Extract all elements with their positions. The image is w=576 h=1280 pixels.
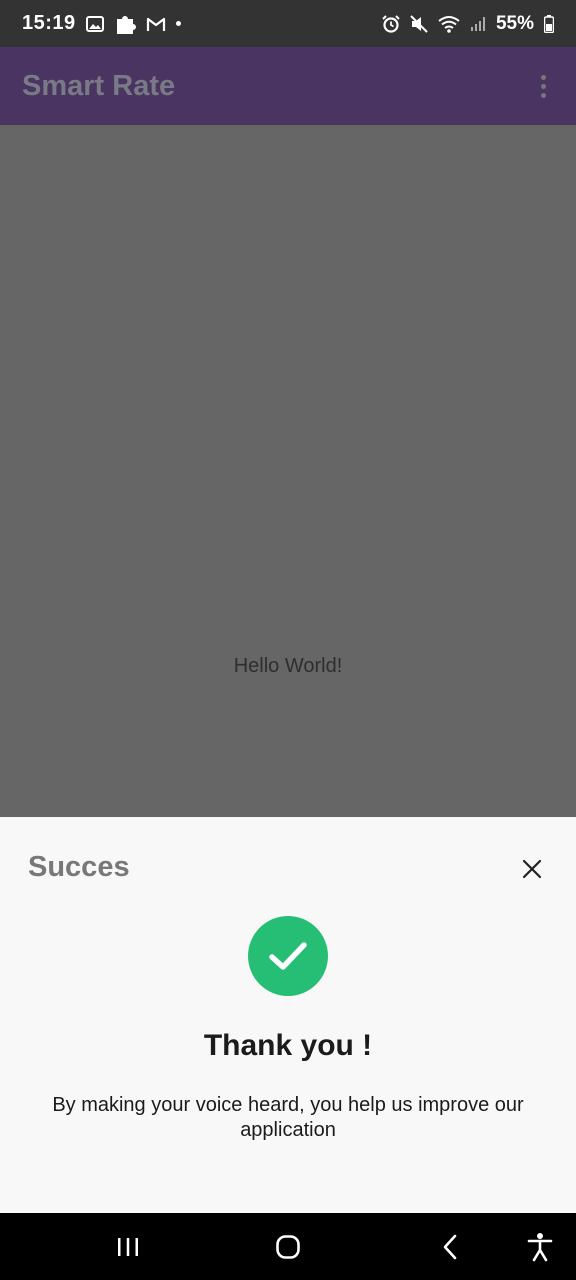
accessibility-icon[interactable] — [514, 1213, 566, 1280]
navigation-bar — [0, 1213, 576, 1280]
status-time: 15:19 — [22, 12, 76, 34]
gmail-icon — [146, 16, 166, 32]
status-right: 55% — [382, 13, 554, 35]
home-icon[interactable] — [260, 1213, 316, 1280]
image-icon — [85, 15, 104, 32]
puzzle-icon — [114, 13, 136, 35]
status-left: 15:19 — [22, 12, 181, 35]
notification-dot-icon — [175, 21, 181, 26]
recent-apps-icon[interactable] — [100, 1213, 156, 1280]
check-circle-icon — [248, 916, 328, 996]
signal-icon — [470, 16, 486, 32]
overflow-menu-icon[interactable] — [533, 71, 554, 102]
hello-text: Hello World! — [233, 655, 343, 677]
battery-icon — [544, 14, 554, 33]
alarm-icon — [382, 14, 400, 33]
success-bottom-sheet: Succes Thank you ! By making your voice … — [0, 817, 576, 1213]
thank-you-heading: Thank you ! — [203, 1029, 373, 1062]
main-content: Hello World! — [0, 125, 576, 817]
sheet-title: Succes — [28, 851, 130, 883]
close-icon[interactable] — [518, 855, 546, 883]
app-bar: Smart Rate — [0, 47, 576, 125]
battery-percent: 55% — [495, 12, 534, 34]
status-bar: 15:19 55% — [0, 0, 576, 47]
wifi-icon — [438, 15, 460, 33]
screen: 15:19 55% Smart Rate Hello World! Succes… — [0, 0, 576, 1280]
mute-icon — [410, 14, 428, 33]
thank-you-message: By making your voice heard, you help us … — [52, 1094, 524, 1141]
back-icon[interactable] — [422, 1213, 478, 1280]
app-title: Smart Rate — [22, 69, 176, 102]
